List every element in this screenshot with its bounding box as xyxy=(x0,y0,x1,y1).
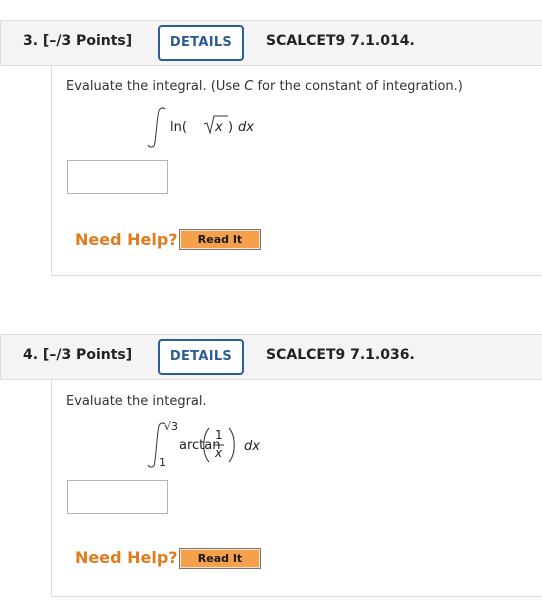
read-it-button[interactable]: Read It xyxy=(179,229,261,250)
question-number: 4. [–/3 Points] xyxy=(23,347,133,363)
answer-input[interactable] xyxy=(67,160,168,194)
differential: dx xyxy=(238,120,254,135)
integral-expression: ln( x ) dx xyxy=(144,106,274,151)
details-button[interactable]: DETAILS xyxy=(158,339,244,375)
fraction-denominator: x xyxy=(215,446,223,460)
need-help-label: Need Help? xyxy=(75,230,178,249)
integrand-close: ) xyxy=(228,120,234,135)
question-4-header: 4. [–/3 Points] DETAILS SCALCET9 7.1.036… xyxy=(0,334,542,380)
fraction-numerator: 1 xyxy=(215,428,223,442)
integrand-radicand: x xyxy=(215,120,223,135)
answer-input[interactable] xyxy=(67,480,168,514)
question-prompt: Evaluate the integral. xyxy=(66,394,207,409)
differential: dx xyxy=(244,439,260,454)
question-3-body: Evaluate the integral. (Use C for the co… xyxy=(51,66,542,276)
read-it-button[interactable]: Read It xyxy=(179,548,261,569)
definite-integral-expression: √3 1 arctan 1 x dx xyxy=(144,420,284,475)
lower-limit: 1 xyxy=(159,456,166,469)
details-button[interactable]: DETAILS xyxy=(158,25,244,61)
question-4-body: Evaluate the integral. √3 1 arctan 1 x d… xyxy=(51,380,542,597)
question-3-header: 3. [–/3 Points] DETAILS SCALCET9 7.1.014… xyxy=(0,20,542,66)
question-code: SCALCET9 7.1.014. xyxy=(266,33,415,49)
upper-limit: √3 xyxy=(164,420,179,433)
question-prompt: Evaluate the integral. (Use C for the co… xyxy=(66,79,463,94)
question-number: 3. [–/3 Points] xyxy=(23,33,133,49)
need-help-label: Need Help? xyxy=(75,548,178,567)
integrand-function: ln( xyxy=(170,120,187,135)
integral-sign xyxy=(147,107,228,148)
question-code: SCALCET9 7.1.036. xyxy=(266,347,415,363)
